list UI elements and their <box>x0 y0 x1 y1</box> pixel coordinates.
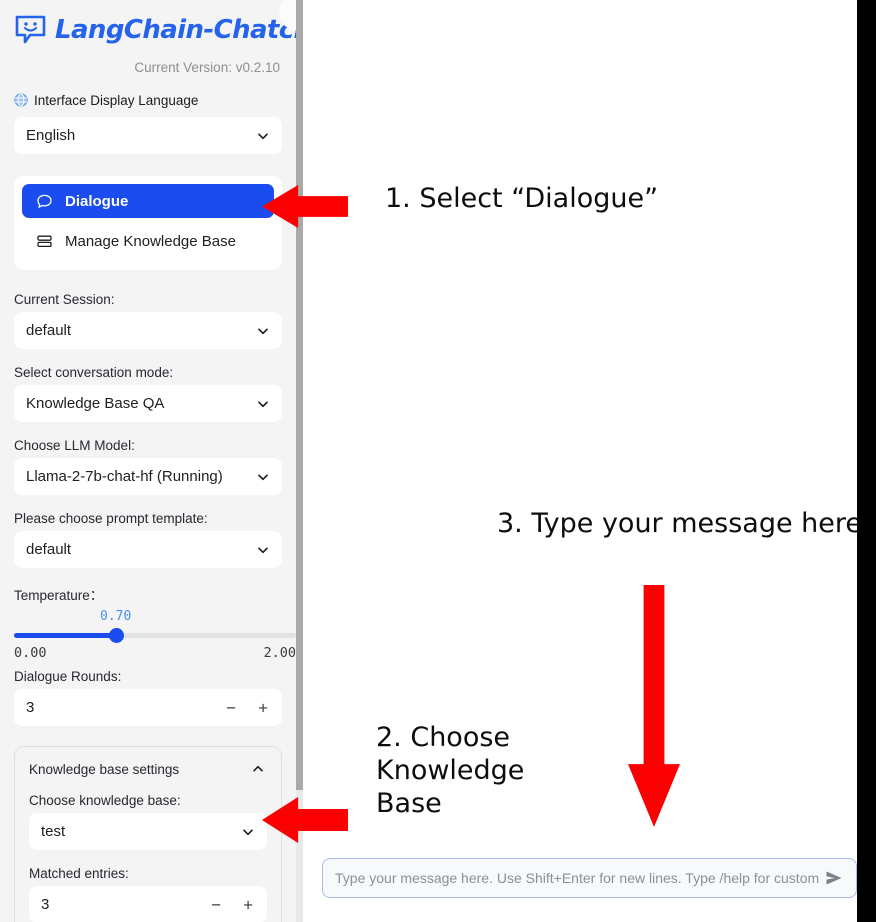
chevron-down-icon <box>256 470 270 484</box>
choose-knowledge-base-label: Choose knowledge base: <box>29 793 181 808</box>
slider-fill <box>14 633 114 638</box>
matched-entries-stepper[interactable]: 3 − + <box>29 886 267 922</box>
chat-input-container[interactable]: Type your message here. Use Shift+Enter … <box>322 858 857 898</box>
app-logo: LangChain-Chatchat <box>14 0 296 48</box>
chat-input-placeholder: Type your message here. Use Shift+Enter … <box>335 870 820 886</box>
prompt-template-value: default <box>26 541 72 558</box>
conversation-mode-label: Select conversation mode: <box>14 365 174 380</box>
dialogue-rounds-increment-button[interactable]: + <box>258 699 268 716</box>
sidebar-item-manage-knowledge-base[interactable]: Manage Knowledge Base <box>22 224 274 258</box>
main-panel: 1. Select “Dialogue” 3. Type your messag… <box>262 0 862 922</box>
language-select[interactable]: English <box>14 117 282 154</box>
sidebar-item-manage-knowledge-base-label: Manage Knowledge Base <box>65 232 236 250</box>
current-session-value: default <box>26 322 72 339</box>
app-version: Current Version: v0.2.10 <box>134 60 280 75</box>
language-label-row: Interface Display Language <box>14 91 282 109</box>
language-label: Interface Display Language <box>34 92 199 108</box>
app-title: LangChain-Chatchat <box>55 15 296 45</box>
current-session-select[interactable]: default <box>14 312 282 349</box>
annotation-step-3: 3. Type your message here <box>497 508 863 539</box>
knowledge-base-settings-body: Choose knowledge base: test Matched entr… <box>29 793 267 922</box>
llm-model-label: Choose LLM Model: <box>14 438 135 453</box>
knowledge-base-settings-panel: Knowledge base settings Choose knowledge… <box>14 746 282 922</box>
dialogue-rounds-decrement-button[interactable]: − <box>226 699 236 716</box>
temperature-value: 0.70 <box>100 609 132 624</box>
knowledge-base-icon <box>36 233 53 250</box>
sidebar-item-dialogue-label: Dialogue <box>65 192 129 210</box>
slider-range: 0.00 2.00 <box>14 645 296 661</box>
choose-knowledge-base-value: test <box>41 823 66 840</box>
llm-model-value: Llama-2-7b-chat-hf (Running) <box>26 468 223 485</box>
llm-model-select[interactable]: Llama-2-7b-chat-hf (Running) <box>14 458 282 495</box>
chevron-down-icon <box>241 825 255 839</box>
sidebar: LangChain-Chatchat Current Version: v0.2… <box>0 0 296 922</box>
chat-bubble-icon <box>36 193 53 210</box>
chevron-down-icon <box>256 397 270 411</box>
app-root: LangChain-Chatchat Current Version: v0.2… <box>0 0 876 922</box>
knowledge-base-settings-title: Knowledge base settings <box>29 761 180 777</box>
slider-knob[interactable] <box>109 628 124 643</box>
chevron-up-icon <box>251 762 265 776</box>
matched-entries-decrement-button[interactable]: − <box>211 896 221 913</box>
matched-entries-value: 3 <box>41 896 50 913</box>
chevron-down-icon <box>256 324 270 338</box>
conversation-mode-select[interactable]: Knowledge Base QA <box>14 385 282 422</box>
chevron-down-icon <box>256 543 270 557</box>
matched-entries-increment-button[interactable]: + <box>243 896 253 913</box>
knowledge-base-settings-header[interactable]: Knowledge base settings <box>29 759 267 779</box>
temperature-slider[interactable]: 0.70 0.00 2.00 <box>14 609 296 661</box>
prompt-template-select[interactable]: default <box>14 531 282 568</box>
conversation-mode-value: Knowledge Base QA <box>26 395 165 412</box>
current-session-label: Current Session: <box>14 292 115 307</box>
matched-entries-label: Matched entries: <box>29 866 129 881</box>
globe-icon <box>14 93 28 107</box>
prompt-template-label: Please choose prompt template: <box>14 511 208 526</box>
choose-knowledge-base-select[interactable]: test <box>29 813 267 850</box>
annotation-step-2: 2. Choose Knowledge Base <box>376 722 525 819</box>
nav-card: Dialogue Manage Knowledge Base <box>14 176 282 270</box>
temperature-max: 2.00 <box>263 645 296 661</box>
temperature-label: Temperature： <box>14 588 104 603</box>
send-icon[interactable] <box>824 868 844 888</box>
annotation-step-1: 1. Select “Dialogue” <box>385 183 659 214</box>
arrow-down-to-chat-input-icon <box>628 585 680 827</box>
dialogue-rounds-value: 3 <box>26 699 35 716</box>
right-black-band <box>857 0 876 922</box>
chat-smiley-icon <box>14 15 47 45</box>
sidebar-item-dialogue[interactable]: Dialogue <box>22 184 274 218</box>
sidebar-scrollbar-thumb[interactable] <box>296 0 303 790</box>
chevron-down-icon <box>256 129 270 143</box>
dialogue-rounds-label: Dialogue Rounds: <box>14 669 122 684</box>
dialogue-rounds-stepper[interactable]: 3 − + <box>14 689 282 726</box>
language-select-value: English <box>26 127 76 144</box>
temperature-min: 0.00 <box>14 645 47 661</box>
